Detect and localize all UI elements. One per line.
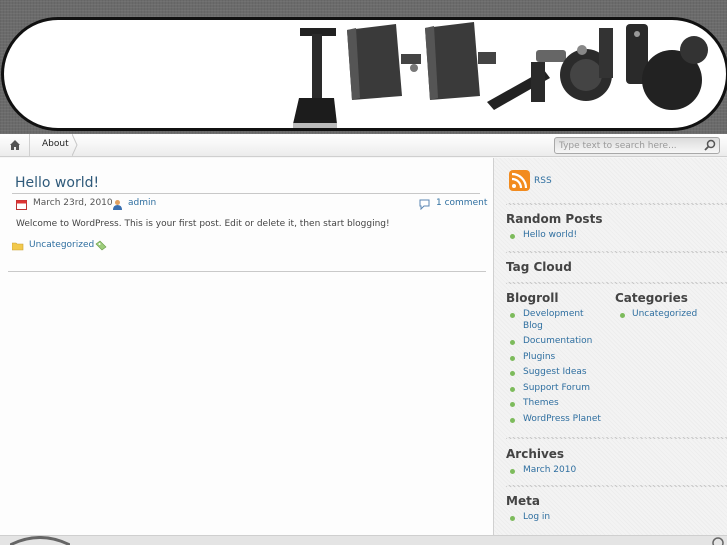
wordpress-logo-icon (10, 536, 70, 545)
meta-heading: Meta (506, 494, 540, 508)
rss-icon[interactable] (509, 170, 530, 191)
calendar-icon (16, 200, 27, 210)
header-banner[interactable] (1, 17, 727, 131)
author-link[interactable]: admin (128, 198, 156, 208)
bullet-icon (620, 313, 625, 318)
bullet-icon (510, 234, 515, 239)
blogroll-item-wordpress-planet[interactable]: WordPress Planet (523, 413, 601, 425)
sidebar-divider (506, 485, 727, 487)
blogroll-item-blog[interactable]: Blog (523, 320, 543, 332)
blogroll-item-support-forum[interactable]: Support Forum (523, 382, 590, 394)
scroll-up-icon[interactable] (712, 536, 724, 545)
user-icon (113, 200, 122, 210)
bullet-icon (510, 313, 515, 318)
sidebar-divider (506, 203, 727, 205)
nav-separator (72, 134, 78, 156)
archive-item-march-2010[interactable]: March 2010 (523, 464, 576, 476)
blogroll-item-themes[interactable]: Themes (523, 397, 559, 409)
bullet-icon (510, 340, 515, 345)
title-divider (12, 193, 480, 194)
archives-heading: Archives (506, 447, 565, 461)
category-item-uncategorized[interactable]: Uncategorized (632, 308, 697, 320)
categories-heading: Categories (615, 291, 688, 305)
bullet-icon (510, 418, 515, 423)
blogroll-item-development[interactable]: Development (523, 308, 584, 320)
bullet-icon (510, 516, 515, 521)
blogroll-heading: Blogroll (506, 291, 559, 305)
search-icon[interactable] (703, 139, 717, 152)
bullet-icon (510, 402, 515, 407)
main-content (0, 158, 493, 545)
sidebar-divider (506, 437, 727, 439)
sidebar-divider (506, 251, 727, 253)
footer-bar (0, 535, 727, 545)
site-header (0, 0, 727, 134)
tag-icon (95, 240, 107, 251)
blogroll-item-suggest-ideas[interactable]: Suggest Ideas (523, 366, 587, 378)
home-tab[interactable] (0, 134, 30, 156)
post-date-text: March 23rd, 2010 (33, 198, 113, 208)
comment-icon (419, 199, 430, 210)
comments-link[interactable]: 1 comment (436, 198, 487, 208)
folder-icon (12, 242, 24, 251)
nav-about-link[interactable]: About (42, 139, 69, 149)
speaker-mounts-image (293, 22, 708, 128)
post-category-link[interactable]: Uncategorized (29, 240, 94, 250)
random-posts-heading: Random Posts (506, 212, 603, 226)
blogroll-item-plugins[interactable]: Plugins (523, 351, 555, 363)
home-icon (10, 140, 20, 150)
bullet-icon (510, 371, 515, 376)
post-body: Welcome to WordPress. This is your first… (16, 219, 390, 229)
blogroll-item-documentation[interactable]: Documentation (523, 335, 592, 347)
bullet-icon (510, 469, 515, 474)
search-input[interactable] (554, 137, 720, 154)
post-title[interactable]: Hello world! (15, 175, 99, 191)
bullet-icon (510, 387, 515, 392)
sidebar-divider (506, 282, 727, 284)
bullet-icon (510, 356, 515, 361)
random-post-item[interactable]: Hello world! (523, 229, 577, 241)
rss-link[interactable]: RSS (534, 175, 552, 187)
post-divider (8, 271, 486, 272)
meta-item-log-in[interactable]: Log in (523, 511, 550, 523)
tag-cloud-heading: Tag Cloud (506, 260, 572, 274)
